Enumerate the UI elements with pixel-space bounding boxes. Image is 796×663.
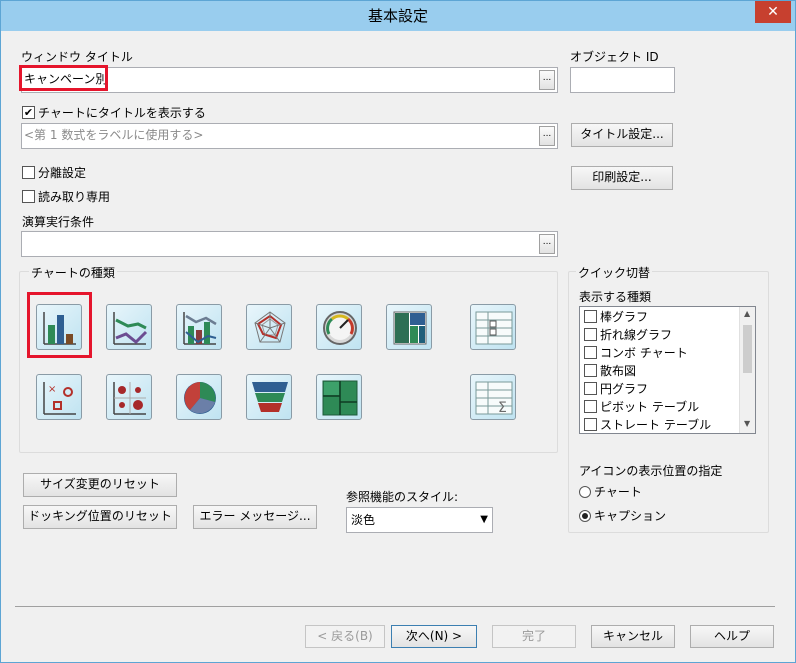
show-title-label: チャートにタイトルを表示する bbox=[38, 106, 206, 120]
checkbox-unchecked-icon[interactable] bbox=[584, 418, 597, 431]
print-settings-button[interactable]: 印刷設定... bbox=[571, 166, 673, 190]
list-item[interactable]: 円グラフ bbox=[584, 380, 648, 398]
title-expression-input[interactable]: <第 1 数式をラベルに使用する> ... bbox=[21, 123, 558, 149]
straight-table-icon[interactable]: Σ bbox=[470, 374, 516, 420]
title-expression-ellipsis-button[interactable]: ... bbox=[539, 126, 555, 146]
list-item[interactable]: コンボ チャート bbox=[584, 344, 688, 362]
list-scrollbar[interactable]: ▲ ▼ bbox=[739, 307, 755, 433]
line-chart-icon[interactable] bbox=[106, 304, 152, 350]
list-item[interactable]: 棒グラフ bbox=[584, 308, 648, 326]
reference-style-value: 淡色 bbox=[351, 513, 376, 527]
list-item[interactable]: 散布図 bbox=[584, 362, 636, 380]
radar-chart-icon[interactable] bbox=[246, 304, 292, 350]
list-item[interactable]: ストレート テーブル bbox=[584, 416, 712, 433]
checkbox-unchecked-icon[interactable] bbox=[22, 166, 35, 179]
radio-off-icon[interactable] bbox=[579, 485, 591, 498]
checkbox-unchecked-icon[interactable] bbox=[584, 310, 597, 323]
list-item-label: 棒グラフ bbox=[600, 310, 649, 324]
pivot-table-icon[interactable] bbox=[470, 304, 516, 350]
radio-caption[interactable]: キャプション bbox=[579, 507, 666, 524]
list-item-label: ピボット テーブル bbox=[600, 400, 700, 414]
detached-label: 分離設定 bbox=[38, 166, 87, 180]
list-item[interactable]: 折れ線グラフ bbox=[584, 326, 672, 344]
radio-caption-label: キャプション bbox=[594, 509, 667, 523]
display-types-label: 表示する種類 bbox=[579, 290, 652, 304]
title-settings-button[interactable]: タイトル設定... bbox=[571, 123, 673, 147]
finish-button[interactable]: 完了 bbox=[492, 625, 576, 648]
back-button[interactable]: < 戻る(B) bbox=[305, 625, 385, 648]
list-item-label: コンボ チャート bbox=[600, 346, 688, 360]
calc-condition-ellipsis-button[interactable]: ... bbox=[539, 234, 555, 254]
checkbox-unchecked-icon[interactable] bbox=[22, 190, 35, 203]
show-title-checkbox[interactable]: ✔ チャートにタイトルを表示する bbox=[22, 104, 206, 121]
checkbox-unchecked-icon[interactable] bbox=[584, 346, 597, 359]
reset-docking-button[interactable]: ドッキング位置のリセット bbox=[23, 505, 177, 529]
calc-condition-label: 演算実行条件 bbox=[22, 215, 95, 229]
list-item-label: 円グラフ bbox=[600, 382, 649, 396]
help-button[interactable]: ヘルプ bbox=[690, 625, 774, 648]
gauge-chart-icon[interactable] bbox=[316, 304, 362, 350]
display-types-list[interactable]: 棒グラフ 折れ線グラフ コンボ チャート 散布図 円グラフ ピボット テーブル … bbox=[579, 306, 756, 434]
pie-chart-icon[interactable] bbox=[176, 374, 222, 420]
readonly-label: 読み取り専用 bbox=[38, 190, 111, 204]
detached-checkbox[interactable]: 分離設定 bbox=[22, 164, 86, 181]
scatter-chart-icon[interactable]: × bbox=[36, 374, 82, 420]
reset-size-button[interactable]: サイズ変更のリセット bbox=[23, 473, 177, 497]
combo-chart-icon[interactable] bbox=[176, 304, 222, 350]
icon-position-label: アイコンの表示位置の指定 bbox=[579, 464, 723, 478]
list-item[interactable]: ピボット テーブル bbox=[584, 398, 699, 416]
funnel-chart-icon[interactable] bbox=[246, 374, 292, 420]
list-item-label: 散布図 bbox=[600, 364, 637, 378]
radio-chart[interactable]: チャート bbox=[579, 483, 642, 500]
footer-divider bbox=[15, 606, 775, 607]
scroll-down-icon[interactable]: ▼ bbox=[744, 419, 750, 428]
title-expression-placeholder: <第 1 数式をラベルに使用する> bbox=[24, 128, 204, 142]
object-id-label: オブジェクト ID bbox=[570, 50, 659, 64]
checkbox-unchecked-icon[interactable] bbox=[584, 400, 597, 413]
close-button[interactable]: ✕ bbox=[755, 1, 791, 23]
readonly-checkbox[interactable]: 読み取り専用 bbox=[22, 188, 110, 205]
checkbox-unchecked-icon[interactable] bbox=[584, 364, 597, 377]
chevron-down-icon[interactable]: ▼ bbox=[480, 508, 488, 532]
dialog-title: 基本設定 bbox=[367, 7, 428, 25]
reference-style-label: 参照機能のスタイル: bbox=[346, 490, 459, 504]
window-title-ellipsis-button[interactable]: ... bbox=[539, 70, 555, 90]
selected-chart-highlight bbox=[27, 292, 92, 358]
chart-types-group bbox=[19, 271, 558, 453]
scroll-up-icon[interactable]: ▲ bbox=[744, 309, 750, 318]
mekko-chart-icon[interactable] bbox=[316, 374, 362, 420]
object-id-input[interactable] bbox=[570, 67, 675, 93]
error-message-button[interactable]: エラー メッセージ... bbox=[193, 505, 317, 529]
radio-on-icon[interactable] bbox=[579, 509, 591, 522]
scrollbar-thumb[interactable] bbox=[743, 325, 752, 373]
calc-condition-input[interactable]: ... bbox=[21, 231, 558, 257]
block-chart-icon[interactable] bbox=[386, 304, 432, 350]
svg-text:×: × bbox=[48, 384, 56, 395]
window-title-label: ウィンドウ タイトル bbox=[21, 50, 133, 64]
checkbox-checked-icon[interactable]: ✔ bbox=[22, 106, 35, 119]
cancel-button[interactable]: キャンセル bbox=[591, 625, 675, 648]
basic-settings-dialog: 基本設定 ✕ ウィンドウ タイトル キャンペーン別 ... オブジェクト ID … bbox=[0, 0, 796, 663]
chart-types-group-label: チャートの種類 bbox=[29, 264, 117, 281]
svg-text:Σ: Σ bbox=[498, 400, 507, 416]
checkbox-unchecked-icon[interactable] bbox=[584, 328, 597, 341]
list-item-label: 折れ線グラフ bbox=[600, 328, 673, 342]
list-item-label: ストレート テーブル bbox=[600, 418, 712, 432]
grid-chart-icon[interactable] bbox=[106, 374, 152, 420]
title-bar: 基本設定 ✕ bbox=[1, 1, 795, 31]
highlight-frame bbox=[19, 65, 108, 91]
reference-style-select[interactable]: 淡色 ▼ bbox=[346, 507, 493, 533]
checkbox-unchecked-icon[interactable] bbox=[584, 382, 597, 395]
next-button[interactable]: 次へ(N) > bbox=[391, 625, 477, 648]
radio-chart-label: チャート bbox=[594, 485, 642, 499]
quick-change-group-label: クイック切替 bbox=[576, 264, 653, 281]
